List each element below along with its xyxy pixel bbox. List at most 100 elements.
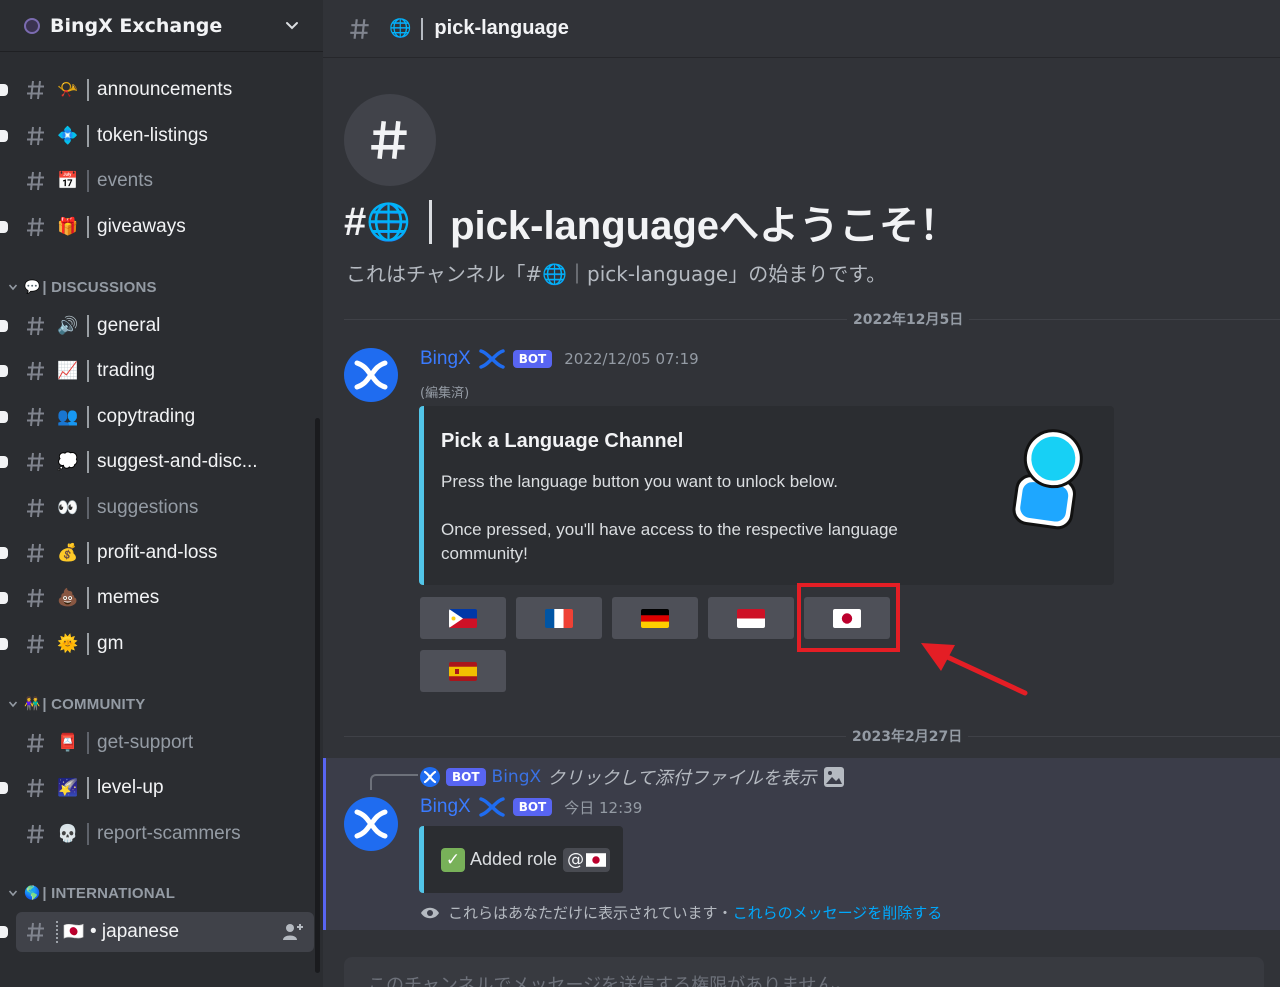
- date-divider: 2022年12月5日: [344, 309, 1280, 329]
- channel-profit-and-loss[interactable]: 💰 profit-and-loss: [0, 533, 314, 573]
- category-emoji: 💬: [24, 279, 41, 294]
- globe-icon: 🌐: [366, 201, 412, 242]
- channel-header: 🌐 pick-language: [323, 0, 1280, 58]
- text-channel-icon: [27, 316, 44, 336]
- channel-name: suggestions: [97, 497, 199, 518]
- channel-name: gm: [97, 633, 124, 654]
- role-embed: ✓ Added role @: [419, 826, 623, 893]
- role-text: Added role: [470, 849, 558, 869]
- category-label: | DISCUSSIONS: [42, 278, 157, 296]
- avatar[interactable]: [344, 797, 398, 851]
- channel-level-up[interactable]: 🌠 level-up: [0, 768, 314, 808]
- channel-name: suggest-and-disc...: [97, 451, 258, 472]
- flag-france-icon: [545, 608, 573, 628]
- author-name[interactable]: BingX: [420, 796, 471, 818]
- channel-giveaways[interactable]: 🎁 giveaways: [0, 207, 314, 247]
- flag-germany-icon: [641, 608, 669, 628]
- avatar[interactable]: [344, 348, 398, 402]
- message-header: BingX BOT 2022/12/05 07:19: [420, 348, 699, 370]
- text-channel-icon: [27, 407, 44, 427]
- text-channel-icon: [27, 126, 44, 146]
- flag-button-france[interactable]: [516, 597, 602, 639]
- channel-japanese[interactable]: 🇯🇵 • japanese: [0, 912, 314, 952]
- chevron-down-icon[interactable]: [285, 19, 299, 33]
- channel-suggestions[interactable]: 👀 suggestions: [16, 488, 314, 528]
- channel-name: general: [97, 315, 161, 336]
- channel-copytrading[interactable]: 👥 copytrading: [0, 397, 314, 437]
- flag-button-spain[interactable]: [420, 650, 506, 692]
- channel-emoji: 💠: [57, 126, 79, 146]
- flag-button-germany[interactable]: [612, 597, 698, 639]
- channel-emoji: 🎁: [57, 217, 79, 237]
- chevron-down-icon: [8, 701, 18, 708]
- date-divider: 2023年2月27日: [344, 726, 1280, 746]
- role-mention[interactable]: @: [563, 847, 611, 872]
- channel-emoji: 📯: [57, 80, 79, 100]
- flag-spain-icon: [449, 661, 477, 681]
- channel-announcements[interactable]: 📯 announcements: [0, 70, 314, 110]
- channel-emoji: 👀: [57, 498, 79, 518]
- check-icon: ✓: [441, 847, 465, 872]
- author-name[interactable]: BingX: [420, 348, 471, 370]
- channel-name: • japanese: [90, 921, 180, 942]
- category-discussions[interactable]: 💬 | DISCUSSIONS: [8, 277, 157, 297]
- channel-name: giveaways: [97, 216, 186, 237]
- channel-name: report-scammers: [97, 823, 241, 844]
- channel-name: token-listings: [97, 125, 208, 146]
- server-header[interactable]: BingX Exchange: [0, 0, 323, 52]
- text-channel-icon: [27, 171, 44, 191]
- flag-button-indonesia[interactable]: [708, 597, 794, 639]
- sidebar-scrollbar[interactable]: [315, 418, 320, 973]
- channel-name: trading: [97, 360, 156, 381]
- channel-report-scammers[interactable]: 💀 report-scammers: [16, 814, 314, 854]
- channel-general[interactable]: 🔊 general: [0, 306, 314, 346]
- channel-token-listings[interactable]: 💠 token-listings: [0, 116, 314, 156]
- channel-emoji: 💭: [57, 452, 79, 472]
- ephemeral-note-text: これらはあなただけに表示されています・: [448, 904, 733, 922]
- image-icon: [823, 767, 844, 787]
- edited-label: (編集済): [420, 386, 470, 401]
- embed-title: Pick a Language Channel: [441, 430, 684, 452]
- channel-name: announcements: [97, 79, 233, 100]
- channel-gm[interactable]: 🌞 gm: [0, 624, 314, 664]
- channel-events[interactable]: 📅 events: [16, 161, 314, 201]
- timestamp[interactable]: 今日 12:39: [564, 797, 642, 818]
- category-international[interactable]: 🌎 | INTERNATIONAL: [8, 883, 175, 903]
- text-channel-icon: [27, 361, 44, 381]
- add-member-icon[interactable]: [282, 922, 304, 942]
- channel-memes[interactable]: 💩 memes: [0, 578, 314, 618]
- category-label: | INTERNATIONAL: [42, 884, 176, 902]
- mention-prefix: @: [567, 849, 585, 870]
- channel-emoji: 🇯🇵: [63, 922, 85, 942]
- unread-indicator: [0, 130, 8, 142]
- reply-preview[interactable]: BOT BingX クリックして添付ファイルを表示: [420, 764, 845, 790]
- category-emoji: 🌎: [24, 885, 41, 900]
- arrow-icon: [921, 643, 1028, 696]
- eye-icon: [421, 907, 439, 918]
- category-community[interactable]: 👫 | COMMUNITY: [8, 694, 145, 714]
- welcome-title-text: pick-languageへようこそ！: [450, 204, 960, 248]
- channel-name: level-up: [97, 777, 164, 798]
- text-channel-icon: [27, 634, 44, 654]
- text-channel-icon: [27, 733, 44, 753]
- reply-author[interactable]: BingX: [492, 767, 542, 787]
- timestamp[interactable]: 2022/12/05 07:19: [564, 350, 698, 368]
- channel-emoji: 📮: [57, 733, 79, 753]
- dismiss-messages-link[interactable]: これらのメッセージを削除する: [733, 902, 943, 923]
- chevron-down-icon: [8, 284, 18, 291]
- channel-emoji: 💰: [57, 543, 79, 563]
- text-channel-icon: [27, 217, 44, 237]
- text-channel-icon: [27, 824, 44, 844]
- channel-get-support[interactable]: 📮 get-support: [16, 723, 314, 763]
- flag-button-philippines[interactable]: [420, 597, 506, 639]
- hash-icon: [344, 94, 436, 186]
- message-header: BingX BOT 今日 12:39: [420, 796, 642, 818]
- channel-sidebar: BingX Exchange 📯 announcements 💠 token-l…: [0, 0, 323, 987]
- channel-trading[interactable]: 📈 trading: [0, 351, 314, 391]
- category-label: | COMMUNITY: [42, 695, 146, 713]
- flag-philippines-icon: [449, 608, 477, 628]
- welcome-title: # 🌐 pick-languageへようこそ！: [344, 194, 959, 250]
- channel-suggest-and-discuss[interactable]: 💭 suggest-and-disc...: [0, 442, 314, 482]
- text-channel-icon: [27, 80, 44, 100]
- channel-name: events: [97, 170, 153, 191]
